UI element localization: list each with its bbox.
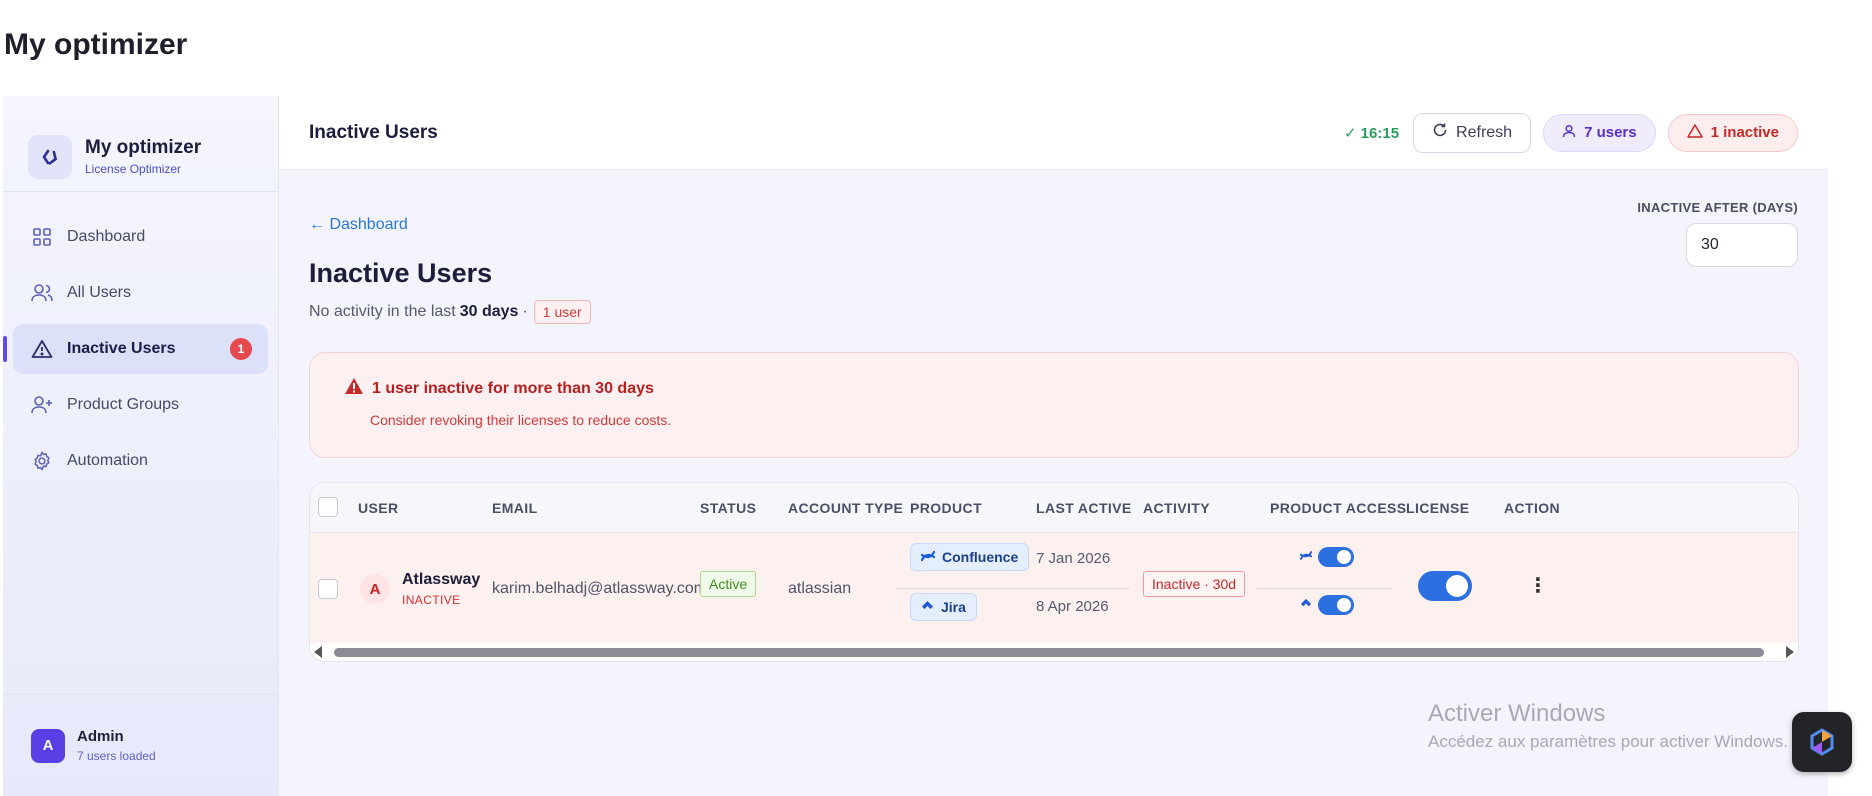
user-avatar: A — [360, 574, 390, 604]
jira-access-toggle[interactable] — [1318, 595, 1354, 615]
brand-logo-icon — [28, 134, 72, 179]
refresh-button[interactable]: Refresh — [1413, 112, 1532, 153]
sidebar-item-label: All Users — [67, 284, 132, 301]
windows-activation-watermark: Activer Windows Accédez aux paramètres p… — [1428, 700, 1788, 752]
last-active-confluence: 7 Jan 2026 — [1036, 550, 1111, 567]
user-name: Atlassway — [402, 571, 481, 588]
inactive-alert: 1 user inactive for more than 30 days Co… — [309, 352, 1799, 458]
table-row[interactable]: A Atlassway INACTIVE karim.belhadj@atlas… — [310, 533, 1798, 645]
inactive-users-table: USER EMAIL STATUS ACCOUNT TYPE PRODUCT L… — [309, 482, 1799, 662]
subtitle-separator: · — [522, 303, 528, 320]
column-header-account-type[interactable]: ACCOUNT TYPE — [788, 500, 903, 516]
brand-subtitle: License Optimizer — [85, 162, 182, 176]
horizontal-scrollbar[interactable] — [310, 643, 1798, 661]
scrollbar-thumb[interactable] — [334, 648, 1764, 657]
sidebar-footer: A Admin 7 users loaded — [3, 694, 278, 796]
more-actions-icon[interactable]: ⋮ — [1528, 573, 1548, 598]
column-header-last-active[interactable]: LAST ACTIVE — [1036, 500, 1132, 516]
last-active-jira: 8 Apr 2026 — [1036, 598, 1109, 615]
sidebar-item-label: Inactive Users — [67, 340, 176, 357]
sidebar-item-automation[interactable]: Automation — [13, 436, 268, 486]
user-state: INACTIVE — [402, 593, 461, 607]
inactive-count-badge: 1 — [230, 338, 252, 360]
avatar[interactable]: A — [31, 728, 65, 763]
threshold-label: INACTIVE AFTER (DAYS) — [1637, 200, 1798, 215]
product-badge-confluence[interactable]: Confluence — [910, 543, 1030, 571]
user-plus-icon — [31, 394, 53, 416]
sidebar-item-label: Product Groups — [67, 396, 180, 413]
confluence-icon — [920, 549, 936, 565]
product-badge-jira[interactable]: Jira — [910, 593, 977, 621]
assistant-app-icon[interactable] — [1792, 712, 1852, 772]
sidebar-item-label: Dashboard — [67, 228, 146, 245]
column-header-license[interactable]: LICENSE — [1406, 500, 1469, 516]
users-icon — [31, 282, 53, 304]
threshold-control: INACTIVE AFTER (DAYS) — [1637, 200, 1798, 267]
watermark-subtitle: Accédez aux paramètres pour activer Wind… — [1428, 732, 1788, 751]
user-icon — [1562, 124, 1576, 142]
sidebar-item-label: Automation — [67, 452, 148, 469]
confluence-access-toggle[interactable] — [1318, 547, 1354, 567]
brand: My optimizer License Optimizer — [3, 96, 278, 192]
table-header: USER EMAIL STATUS ACCOUNT TYPE PRODUCT L… — [310, 483, 1798, 533]
page-subtitle: No activity in the last 30 days · 1 user — [309, 300, 591, 324]
footer-user-name: Admin — [77, 728, 124, 745]
inactive-count-pill[interactable]: 1 inactive — [1667, 113, 1798, 152]
sidebar-nav: Dashboard All Users Inactive Users 1 Pro… — [3, 192, 278, 486]
select-all-checkbox[interactable] — [318, 497, 338, 517]
column-header-product-access[interactable]: PRODUCT ACCESS — [1270, 500, 1407, 516]
sync-time: ✓ 16:15 — [1343, 124, 1400, 142]
jira-icon — [921, 599, 934, 615]
user-count-badge: 1 user — [533, 300, 591, 324]
watermark-title: Activer Windows — [1428, 700, 1606, 727]
warning-icon — [1686, 123, 1703, 142]
sidebar-item-all-users[interactable]: All Users — [13, 268, 268, 318]
column-header-activity[interactable]: ACTIVITY — [1143, 500, 1210, 516]
alert-warning-icon — [344, 377, 364, 400]
topbar-title: Inactive Users — [309, 121, 438, 143]
jira-icon — [1300, 596, 1312, 614]
refresh-icon — [1432, 122, 1448, 143]
sidebar-item-dashboard[interactable]: Dashboard — [13, 212, 268, 262]
column-header-product[interactable]: PRODUCT — [910, 500, 982, 516]
sidebar: My optimizer License Optimizer Dashboard… — [3, 96, 279, 796]
column-header-action[interactable]: ACTION — [1504, 500, 1560, 516]
refresh-label: Refresh — [1456, 123, 1513, 141]
subtitle-days: 30 days — [459, 303, 519, 320]
page-title: Inactive Users — [309, 258, 493, 288]
sidebar-item-product-groups[interactable]: Product Groups — [13, 380, 268, 430]
account-type: atlassian — [788, 580, 852, 597]
product-name: Confluence — [942, 549, 1019, 565]
activity-badge: Inactive · 30d — [1143, 571, 1246, 597]
product-name: Jira — [941, 599, 966, 615]
status-badge: Active — [700, 571, 757, 597]
inactive-days-input[interactable] — [1686, 223, 1798, 267]
scroll-left-icon[interactable] — [314, 646, 322, 658]
scroll-right-icon[interactable] — [1786, 646, 1794, 658]
page-heading: My optimizer — [4, 28, 188, 61]
brand-name: My optimizer — [85, 137, 202, 158]
confluence-icon — [1299, 548, 1313, 566]
footer-subtitle: 7 users loaded — [77, 749, 156, 763]
topbar: Inactive Users ✓ 16:15 Refresh 7 users 1… — [279, 96, 1828, 170]
warning-icon — [31, 338, 53, 360]
column-header-email[interactable]: EMAIL — [492, 500, 538, 516]
users-count-pill[interactable]: 7 users — [1543, 113, 1656, 152]
user-email: karim.belhadj@atlassway.com — [492, 580, 708, 597]
alert-title: 1 user inactive for more than 30 days — [372, 379, 654, 397]
app-window: My optimizer License Optimizer Dashboard… — [3, 96, 1829, 796]
inactive-count-label: 1 inactive — [1710, 124, 1779, 141]
grid-icon — [31, 226, 53, 248]
column-header-status[interactable]: STATUS — [700, 500, 756, 516]
back-to-dashboard-link[interactable]: ← Dashboard — [309, 216, 408, 234]
license-toggle[interactable] — [1418, 571, 1472, 601]
row-checkbox[interactable] — [318, 579, 338, 599]
subtitle-prefix: No activity in the last — [309, 303, 456, 320]
main-panel: Inactive Users ✓ 16:15 Refresh 7 users 1… — [279, 96, 1828, 796]
users-count-label: 7 users — [1584, 124, 1637, 141]
column-header-user[interactable]: USER — [358, 500, 399, 516]
sidebar-item-inactive-users[interactable]: Inactive Users 1 — [3, 324, 268, 374]
gear-icon — [31, 450, 53, 472]
alert-body: Consider revoking their licenses to redu… — [370, 412, 672, 428]
